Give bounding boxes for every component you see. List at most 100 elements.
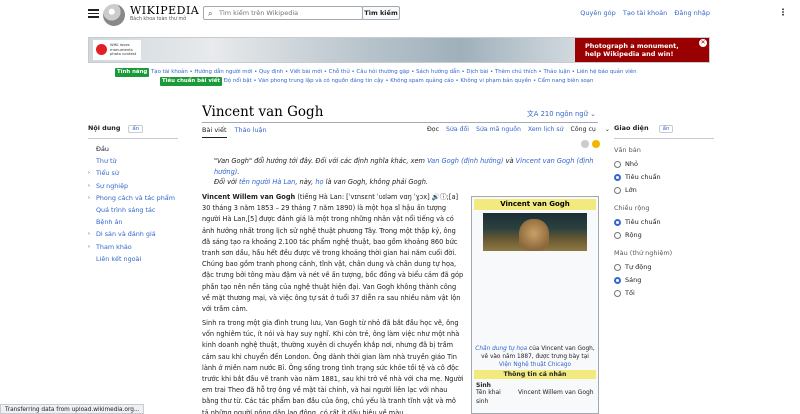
hatnote-text: Đối với: [214, 178, 239, 186]
donate-link[interactable]: Quyên góp: [580, 9, 616, 17]
toc-item[interactable]: Bệnh án: [88, 216, 178, 228]
hatnote-link[interactable]: tên người Hà Lan: [239, 178, 295, 186]
toc-item[interactable]: Liên kết ngoài: [88, 253, 178, 265]
subject-name: Vincent Willem van Gogh: [202, 193, 296, 201]
language-button[interactable]: 文A 210 ngôn ngữ ⌄: [527, 108, 596, 118]
width-standard[interactable]: Tiêu chuẩn: [614, 216, 714, 229]
tab-read[interactable]: Đọc: [427, 126, 439, 133]
appearance-panel: Giao diện ẩn Văn bản Nhỏ Tiêu chuẩn Lớn C…: [614, 124, 714, 300]
tab-talk[interactable]: Thảo luận: [235, 126, 267, 134]
width-label: Chiều rộng: [614, 204, 650, 212]
banner-close-icon[interactable]: ✕: [699, 39, 707, 47]
toc-hide-button[interactable]: ẩn: [128, 125, 144, 133]
radio-selected-icon[interactable]: [614, 277, 621, 284]
chevron-right-icon[interactable]: ›: [88, 241, 90, 253]
radio-selected-icon[interactable]: [614, 219, 621, 226]
infobox-value: Vincent Willem van Gogh: [518, 389, 594, 396]
main-menu-icon[interactable]: [88, 7, 99, 18]
toc-item-label: Thư từ: [96, 157, 117, 166]
namespace-tabs: Bài viết Thảo luận: [202, 126, 275, 138]
toc-item[interactable]: › Di sản và đánh giá: [88, 228, 178, 240]
option-label: Nhỏ: [625, 160, 638, 168]
toc-item[interactable]: Đầu: [88, 143, 178, 155]
toc-divider: [88, 138, 178, 139]
toc-item[interactable]: › Tiểu sử: [88, 167, 178, 179]
tab-history[interactable]: Xem lịch sử: [528, 126, 564, 133]
toc-item[interactable]: › Sự nghiệp: [88, 180, 178, 192]
campaign-banner[interactable]: WIKI loves monuments photo contest Photog…: [88, 37, 710, 63]
more-options-icon[interactable]: [779, 8, 787, 16]
translate-icon: 文A: [527, 110, 541, 118]
infobox: Vincent van Gogh Chân dung tự họa của Vi…: [471, 196, 599, 414]
toc-item-label: Đầu: [96, 145, 109, 153]
radio-icon[interactable]: [614, 187, 621, 194]
search-input[interactable]: [219, 8, 359, 18]
lead-text: (tiếng Hà Lan: [ˈvɪnsɛnt ˈʋɪləm vɑŋ ˈɣɔx…: [202, 193, 464, 314]
hatnote-text: "Van Gogh" đổi hướng tới đây. Đối với cá…: [214, 157, 428, 165]
search-box[interactable]: ⌕: [203, 6, 363, 20]
color-light[interactable]: Sáng: [614, 274, 714, 287]
table-of-contents: Nội dung ẩn Đầu Thư từ › Tiểu sử › Sự nghiệ…: [88, 124, 178, 265]
hatnote-link[interactable]: Van Gogh (định hướng): [427, 157, 503, 165]
view-tabs: Đọc Sửa đổi Sửa mã nguồn Xem lịch sử Công cụ…: [427, 126, 617, 133]
toc-item-label: Phong cách và tác phẩm: [96, 193, 175, 202]
infobox-row: Tên khai sinh Vincent Willem van Gogh: [474, 389, 596, 406]
chevron-right-icon[interactable]: ›: [88, 228, 90, 240]
text-size-label: Văn bản: [614, 146, 641, 154]
portrait-image[interactable]: [483, 213, 587, 251]
toc-item[interactable]: Quá trình sáng tác: [88, 204, 178, 216]
tab-edit-source[interactable]: Sửa mã nguồn: [476, 126, 521, 133]
standards-nav-links[interactable]: Độ nổi bật • Văn phong trung lập và có n…: [224, 78, 594, 84]
radio-icon[interactable]: [614, 290, 621, 297]
banner-cta[interactable]: Photograph a monument, help Wikipedia an…: [575, 38, 709, 62]
listen-icon[interactable]: [581, 140, 589, 148]
text-size-small[interactable]: Nhỏ: [614, 158, 714, 171]
wikipedia-globe-logo[interactable]: [103, 4, 125, 26]
wlm-circle-icon: [96, 44, 107, 55]
chevron-right-icon[interactable]: ›: [88, 180, 90, 192]
features-tag: Tính năng: [115, 68, 150, 77]
tab-edit[interactable]: Sửa đổi: [446, 126, 469, 133]
wlm-logo: WIKI loves monuments photo contest: [93, 40, 141, 60]
hatnote-text: và: [503, 157, 516, 165]
toc-item[interactable]: › Tham khảo: [88, 241, 178, 253]
create-account-link[interactable]: Tạo tài khoản: [623, 9, 667, 17]
toc-item[interactable]: Thư từ: [88, 155, 178, 167]
tagline: Bách khoa toàn thư mở: [130, 17, 187, 22]
text-size-standard[interactable]: Tiêu chuẩn: [614, 171, 714, 184]
personal-tools: Quyên góp Tạo tài khoản Đăng nhập: [575, 9, 710, 17]
radio-selected-icon[interactable]: [614, 174, 621, 181]
caption-link[interactable]: Chân dung tự họa: [475, 346, 527, 352]
infobox-title: Vincent van Gogh: [474, 199, 596, 210]
radio-icon[interactable]: [614, 264, 621, 271]
appearance-heading: Giao diện: [614, 124, 649, 132]
search-button[interactable]: Tìm kiếm: [362, 6, 400, 20]
featured-star-icon[interactable]: [592, 140, 600, 148]
language-count: 210 ngôn ngữ: [540, 110, 588, 118]
banner-cta-line1: Photograph a monument,: [585, 42, 679, 50]
tab-article[interactable]: Bài viết: [202, 126, 227, 138]
body-text: Sinh ra trong một gia đình trung lưu, Va…: [202, 319, 464, 414]
tools-label: Công cụ: [570, 126, 596, 133]
image-placeholder-space: [474, 251, 596, 345]
color-auto[interactable]: Tự động: [614, 261, 714, 274]
toc-item[interactable]: › Phong cách và tác phẩm: [88, 192, 178, 204]
infobox-caption: Chân dung tự họa của Vincent van Gogh, v…: [474, 345, 596, 369]
radio-icon[interactable]: [614, 161, 621, 168]
login-link[interactable]: Đăng nhập: [674, 9, 710, 17]
wordmark[interactable]: WIKIPEDIA: [130, 4, 199, 17]
toc-item-label: Bệnh án: [96, 218, 123, 227]
text-size-large[interactable]: Lớn: [614, 184, 714, 197]
width-wide[interactable]: Rộng: [614, 229, 714, 242]
color-dark[interactable]: Tối: [614, 287, 714, 300]
appearance-hide-button[interactable]: ẩn: [658, 125, 674, 133]
caption-link[interactable]: Viện Nghệ thuật Chicago: [499, 362, 571, 368]
radio-icon[interactable]: [614, 232, 621, 239]
hatnote-link[interactable]: họ: [315, 178, 323, 186]
tools-menu[interactable]: Công cụ ⌄: [571, 126, 610, 133]
title-divider: [202, 122, 598, 123]
help-nav-links[interactable]: Tạo tài khoản • Hướng dẫn người mới • Qu…: [151, 69, 637, 75]
hatnote: "Van Gogh" đổi hướng tới đây. Đối với cá…: [214, 156, 604, 188]
chevron-right-icon[interactable]: ›: [88, 167, 90, 179]
chevron-right-icon[interactable]: ›: [88, 192, 90, 204]
